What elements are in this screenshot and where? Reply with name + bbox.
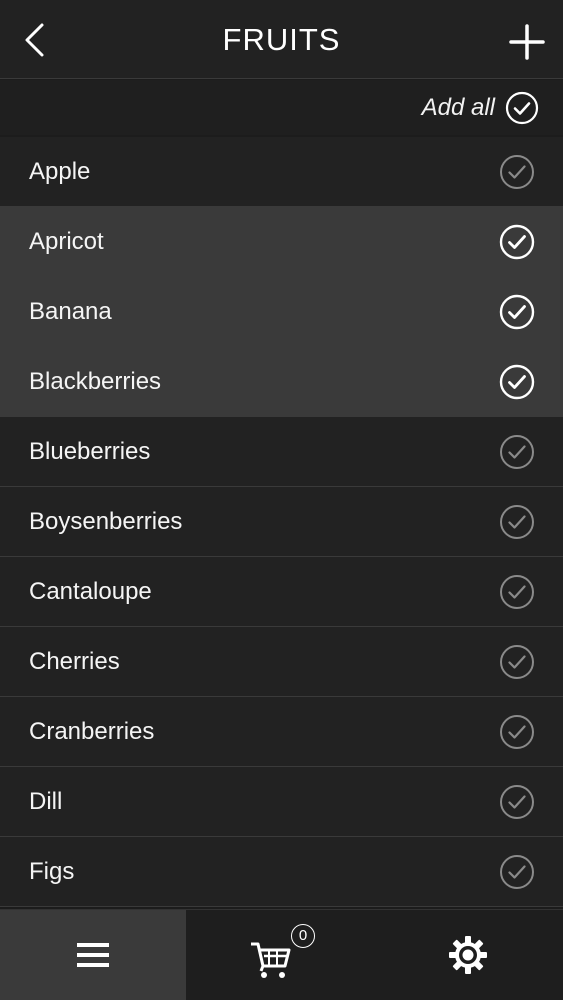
bottom-tab-bar: 0 <box>0 909 563 1000</box>
list-item[interactable]: Blackberries <box>0 347 563 417</box>
check-circle-icon[interactable] <box>499 434 535 470</box>
list-item[interactable]: Apricot <box>0 207 563 277</box>
fruit-list: Apple Apricot Banana Blackberries Blueberrie… <box>0 137 563 907</box>
menu-icon <box>77 943 109 967</box>
tab-list[interactable] <box>0 910 186 1000</box>
list-item[interactable]: Cranberries <box>0 697 563 767</box>
add-all-bar: Add all <box>0 80 563 135</box>
check-circle-icon <box>505 91 539 125</box>
list-item[interactable]: Boysenberries <box>0 487 563 557</box>
page-title: FRUITS <box>222 22 341 57</box>
add-all-button[interactable]: Add all <box>422 90 539 126</box>
gear-icon <box>448 936 487 974</box>
list-item-label: Figs <box>29 858 75 885</box>
tab-settings[interactable] <box>372 910 563 1000</box>
cart-count-badge: 0 <box>291 924 315 948</box>
list-item-label: Cherries <box>29 648 120 675</box>
list-item[interactable]: Blueberries <box>0 417 563 487</box>
list-item-label: Dill <box>29 788 63 815</box>
check-circle-icon[interactable] <box>499 854 535 890</box>
check-circle-icon[interactable] <box>499 154 535 190</box>
list-item-label: Apricot <box>29 228 104 255</box>
add-all-label: Add all <box>421 94 495 121</box>
list-item-label: Cantaloupe <box>29 578 152 605</box>
list-item[interactable]: Banana <box>0 277 563 347</box>
check-circle-icon[interactable] <box>499 714 535 750</box>
check-circle-icon[interactable] <box>499 294 535 330</box>
check-circle-icon[interactable] <box>499 784 535 820</box>
list-item[interactable]: Cantaloupe <box>0 557 563 627</box>
header-bar: FRUITS <box>0 0 563 79</box>
plus-icon <box>509 24 545 60</box>
list-item-label: Boysenberries <box>29 508 183 535</box>
list-item-label: Banana <box>29 298 112 325</box>
check-circle-icon[interactable] <box>499 644 535 680</box>
tab-cart[interactable]: 0 <box>186 910 372 1000</box>
check-circle-icon[interactable] <box>499 574 535 610</box>
check-circle-icon[interactable] <box>499 504 535 540</box>
list-item-label: Apple <box>29 158 91 185</box>
list-item[interactable]: Dill <box>0 767 563 837</box>
check-circle-icon[interactable] <box>499 364 535 400</box>
check-circle-icon[interactable] <box>499 224 535 260</box>
list-item[interactable]: Figs <box>0 837 563 907</box>
list-item-label: Blueberries <box>29 438 151 465</box>
list-item-label: Blackberries <box>29 368 162 395</box>
add-button[interactable] <box>505 20 549 64</box>
list-item-label: Cranberries <box>29 718 155 745</box>
list-item[interactable]: Apple <box>0 137 563 207</box>
list-item[interactable]: Cherries <box>0 627 563 697</box>
cart-icon <box>251 942 291 978</box>
